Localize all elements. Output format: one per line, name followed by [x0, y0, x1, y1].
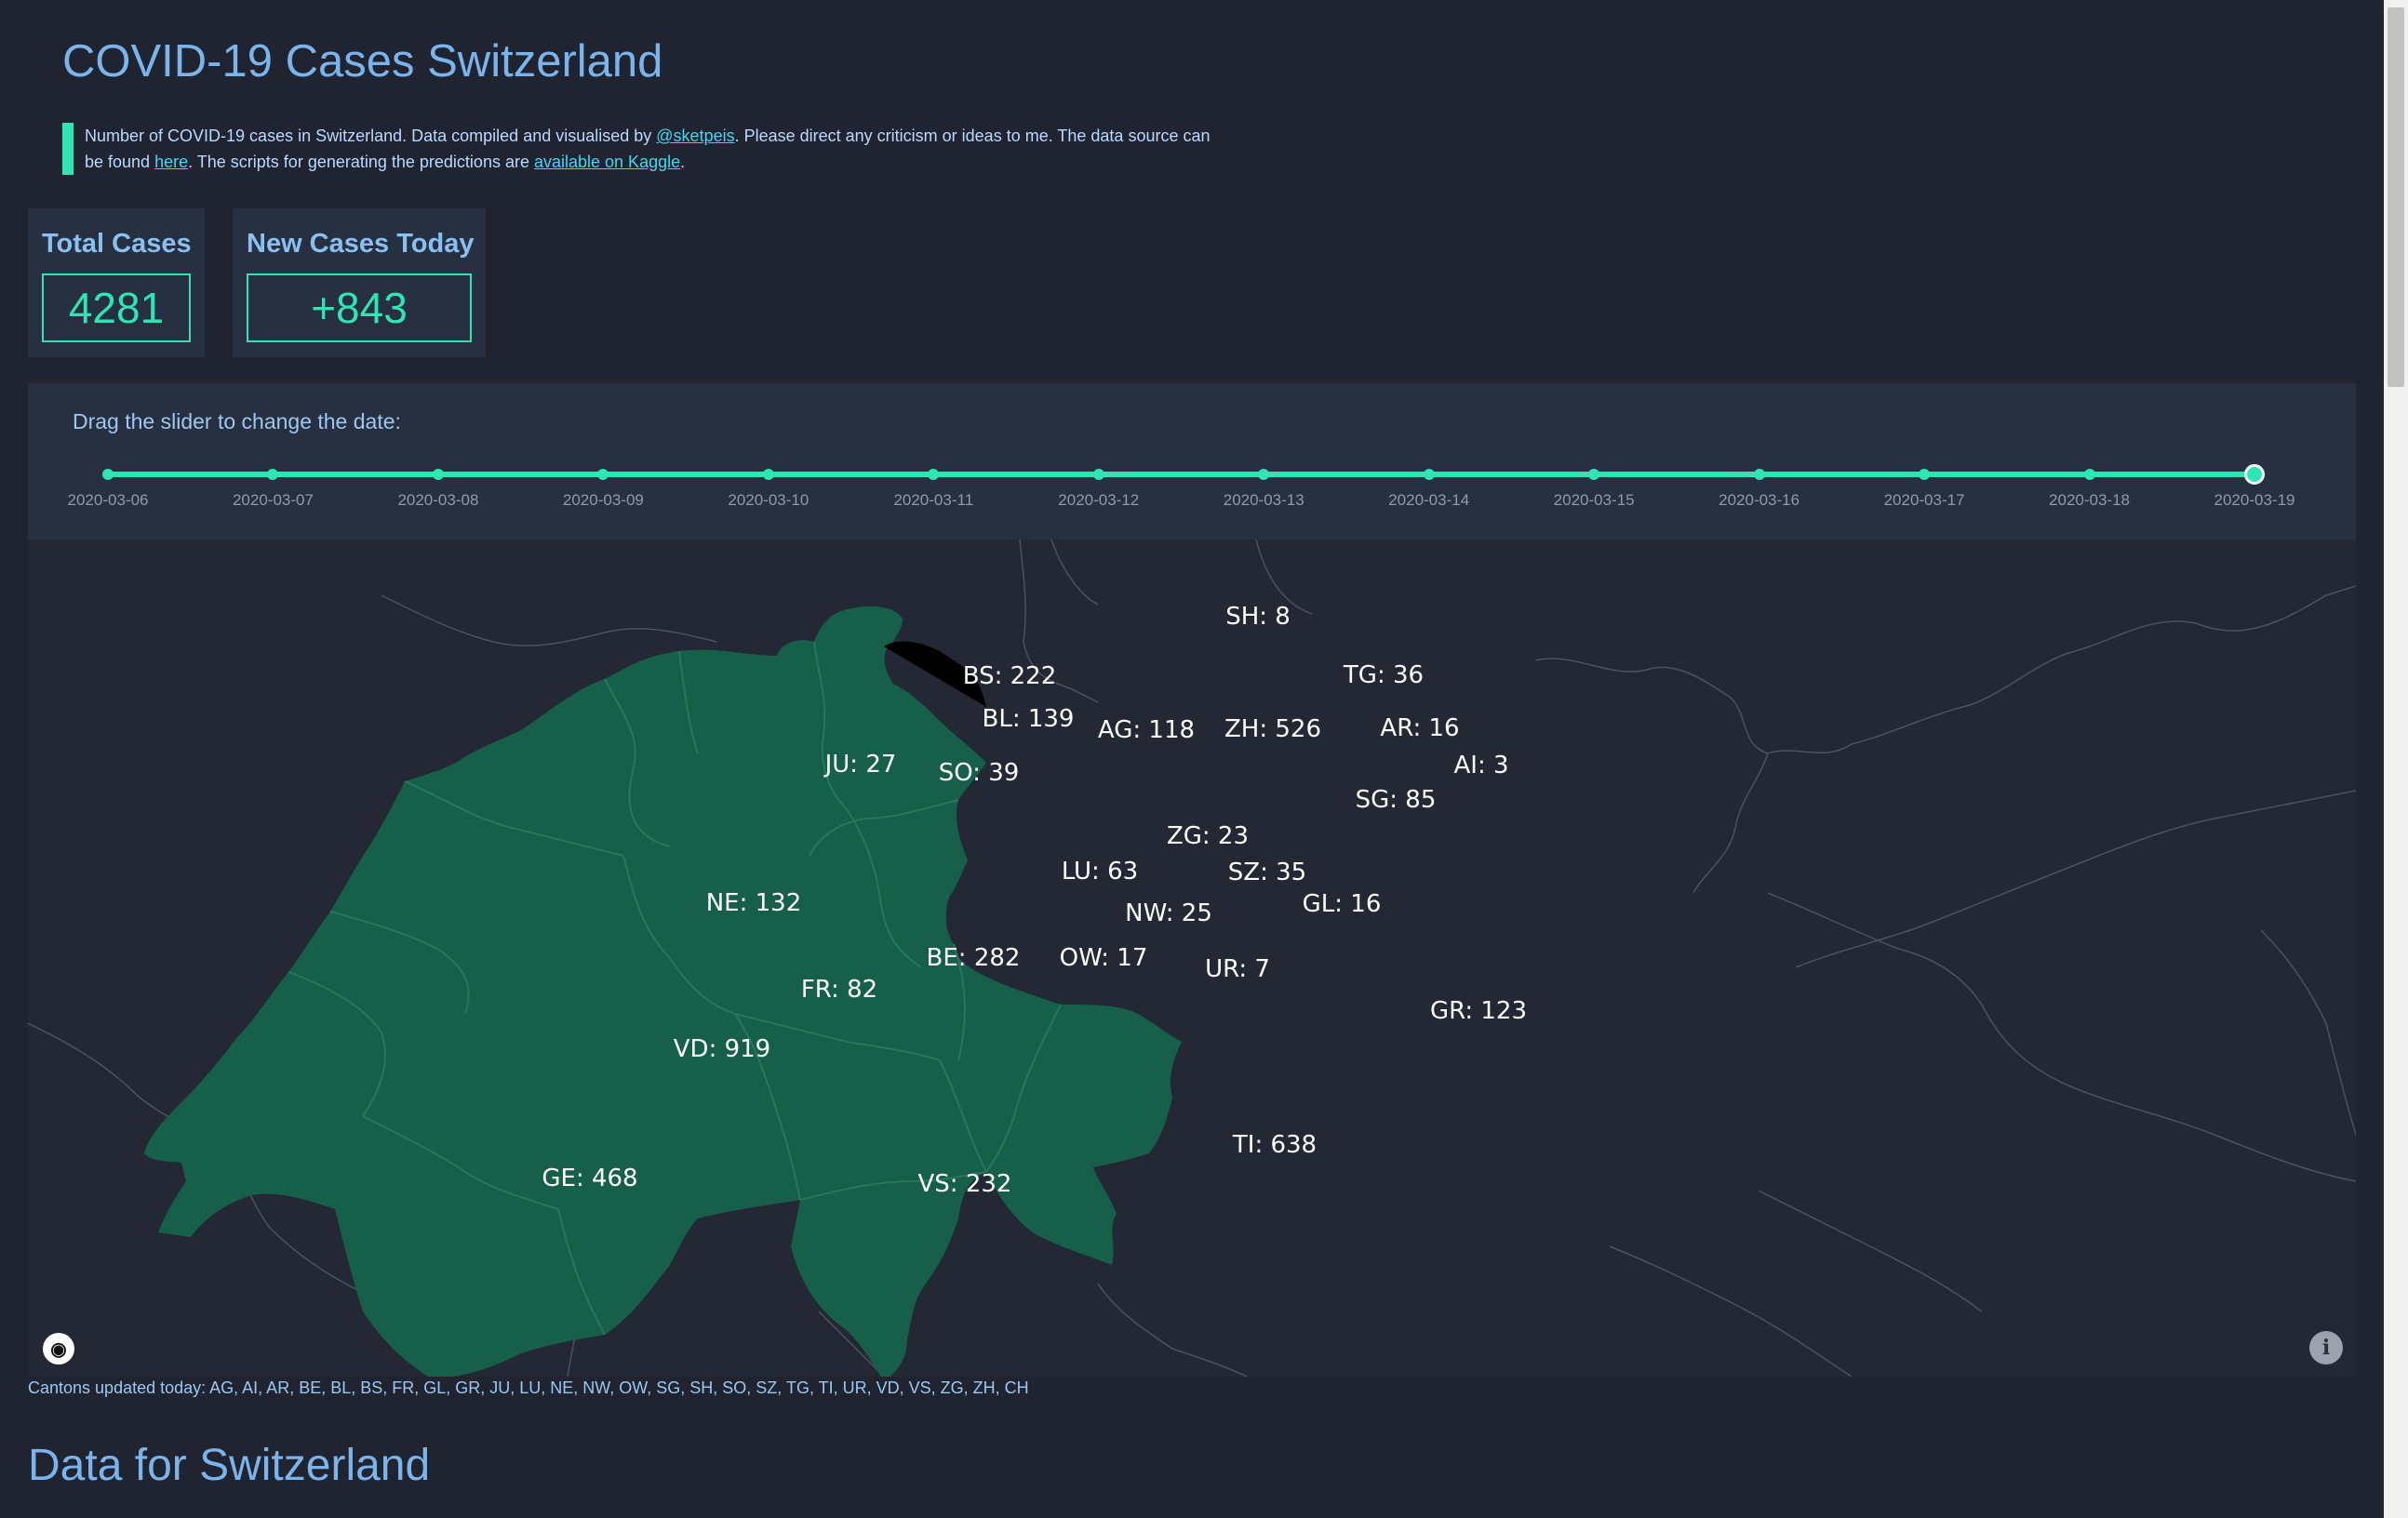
switzerland-map[interactable]: SH: 8 BS: 222 TG: 36 BL: 139 AG: 118 ZH: 526 A…: [28, 539, 2356, 1377]
canton-label-ti: TI: 638: [1232, 1131, 1317, 1159]
total-cases-value: 4281: [42, 273, 191, 342]
canton-label-gl: GL: 16: [1303, 890, 1382, 918]
slider-mark[interactable]: [1919, 469, 1931, 480]
section-title: Data for Switzerland: [28, 1441, 431, 1490]
slider-date-label[interactable]: 2020-03-10: [728, 491, 809, 510]
slider-mark[interactable]: [102, 469, 114, 480]
slider-mark[interactable]: [1092, 469, 1104, 480]
canton-label-gr: GR: 123: [1430, 997, 1527, 1025]
slider-mark[interactable]: [1423, 469, 1435, 480]
slider-date-label[interactable]: 2020-03-12: [1058, 491, 1139, 510]
total-cases-card: Total Cases 4281: [28, 208, 205, 357]
canton-label-zh: ZH: 526: [1224, 715, 1321, 743]
map-info-icon[interactable]: i: [2309, 1331, 2343, 1365]
page-title: COVID-19 Cases Switzerland: [62, 36, 663, 87]
slider-date-label[interactable]: 2020-03-19: [2214, 491, 2295, 510]
canton-label-so: SO: 39: [939, 759, 1020, 787]
new-cases-card: New Cases Today +843: [233, 208, 486, 357]
canton-label-ge: GE: 468: [542, 1165, 637, 1192]
slider-date-label[interactable]: 2020-03-06: [68, 491, 149, 510]
slider-date-label[interactable]: 2020-03-17: [1884, 491, 1965, 510]
canton-label-ar: AR: 16: [1380, 714, 1459, 742]
slider-track[interactable]: [108, 472, 2257, 477]
canton-label-be: BE: 282: [927, 944, 1021, 972]
canton-label-vs: VS: 232: [918, 1170, 1012, 1198]
canton-label-ur: UR: 7: [1205, 955, 1270, 983]
slider-date-label[interactable]: 2020-03-15: [1554, 491, 1635, 510]
slider-mark[interactable]: [1753, 469, 1765, 480]
slider-mark[interactable]: [597, 469, 609, 480]
canton-label-sz: SZ: 35: [1228, 859, 1306, 886]
slider-mark[interactable]: [1258, 469, 1270, 480]
description-block: Number of COVID-19 cases in Switzerland.…: [62, 123, 1211, 175]
slider-date-label[interactable]: 2020-03-09: [563, 491, 644, 510]
description-text-1: Number of COVID-19 cases in Switzerland.…: [85, 126, 657, 145]
canton-label-ag: AG: 118: [1098, 716, 1195, 744]
canton-label-ow: OW: 17: [1060, 944, 1148, 972]
canton-label-ai: AI: 3: [1453, 752, 1508, 779]
canton-label-lu: LU: 63: [1062, 858, 1138, 886]
slider-date-label[interactable]: 2020-03-08: [397, 491, 478, 510]
canton-label-bs: BS: 222: [963, 662, 1057, 690]
canton-label-zg: ZG: 23: [1167, 822, 1249, 850]
description-text-3: . The scripts for generating the predict…: [188, 153, 534, 171]
slider-date-label[interactable]: 2020-03-07: [233, 491, 314, 510]
canton-label-ne: NE: 132: [706, 889, 802, 917]
slider-date-label[interactable]: 2020-03-14: [1388, 491, 1469, 510]
slider-mark[interactable]: [432, 469, 444, 480]
kaggle-link[interactable]: available on Kaggle: [534, 153, 680, 171]
data-source-link[interactable]: here: [154, 153, 188, 171]
canton-label-ju: JU: 27: [823, 751, 897, 779]
canton-label-bl: BL: 139: [983, 705, 1075, 733]
map-svg: SH: 8 BS: 222 TG: 36 BL: 139 AG: 118 ZH: 526 A…: [28, 539, 2356, 1377]
slider-instruction: Drag the slider to change the date:: [73, 409, 401, 433]
canton-label-fr: FR: 82: [801, 976, 877, 1004]
date-slider-panel: Drag the slider to change the date: 2020…: [28, 383, 2356, 539]
new-cases-value: +843: [247, 273, 472, 342]
slider-date-label[interactable]: 2020-03-13: [1224, 491, 1304, 510]
slider-date-label[interactable]: 2020-03-18: [2049, 491, 2130, 510]
total-cases-label: Total Cases: [42, 229, 192, 259]
canton-label-tg: TG: 36: [1343, 661, 1424, 689]
page-scrollbar[interactable]: [2384, 0, 2408, 1518]
slider-mark[interactable]: [928, 469, 940, 480]
slider-mark[interactable]: [2083, 469, 2095, 480]
slider-mark[interactable]: [762, 469, 774, 480]
new-cases-label: New Cases Today: [247, 229, 475, 259]
mapbox-logo-icon[interactable]: ◉: [43, 1333, 74, 1365]
description-text-4: .: [680, 153, 686, 171]
author-link[interactable]: @sketpeis: [656, 126, 734, 145]
slider-date-label[interactable]: 2020-03-16: [1719, 491, 1799, 510]
slider-handle[interactable]: [2244, 464, 2265, 485]
canton-label-sh: SH: 8: [1225, 603, 1291, 631]
slider-mark[interactable]: [1588, 469, 1600, 480]
canton-label-nw: NW: 25: [1125, 899, 1212, 927]
cantons-updated-text: Cantons updated today: AG, AI, AR, BE, B…: [28, 1378, 1029, 1397]
scrollbar-thumb[interactable]: [2388, 7, 2404, 387]
canton-label-sg: SG: 85: [1356, 786, 1437, 814]
slider-date-label[interactable]: 2020-03-11: [893, 491, 973, 510]
page: COVID-19 Cases Switzerland Number of COV…: [0, 0, 2384, 1518]
canton-label-vd: VD: 919: [674, 1035, 770, 1063]
slider-mark[interactable]: [267, 469, 279, 480]
